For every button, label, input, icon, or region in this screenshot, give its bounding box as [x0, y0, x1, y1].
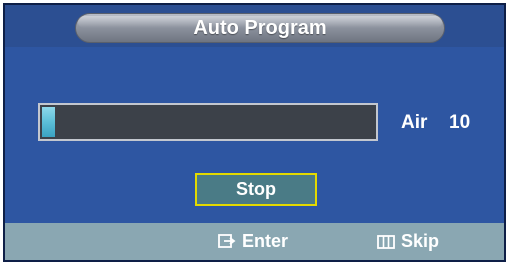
scan-progress-fill — [42, 107, 55, 137]
title-bar: Auto Program — [75, 13, 445, 43]
skip-hint-label: Skip — [401, 231, 440, 251]
dialog-header: Auto Program — [5, 5, 504, 47]
enter-icon — [218, 233, 236, 248]
scan-progress-bar — [38, 103, 378, 141]
channel-number: 10 — [449, 112, 471, 133]
skip-icon — [377, 234, 395, 249]
channel-type-label: Air — [401, 112, 428, 133]
enter-hint-label: Enter — [242, 231, 289, 251]
stop-button[interactable]: Stop — [195, 173, 317, 206]
footer-hint-bar: Enter Skip — [5, 223, 504, 260]
auto-program-dialog: Auto Program Air 10 Stop Enter Skip — [3, 3, 506, 262]
skip-hint: Skip — [377, 223, 439, 260]
dialog-title: Auto Program — [193, 16, 327, 39]
enter-hint: Enter — [218, 223, 288, 260]
